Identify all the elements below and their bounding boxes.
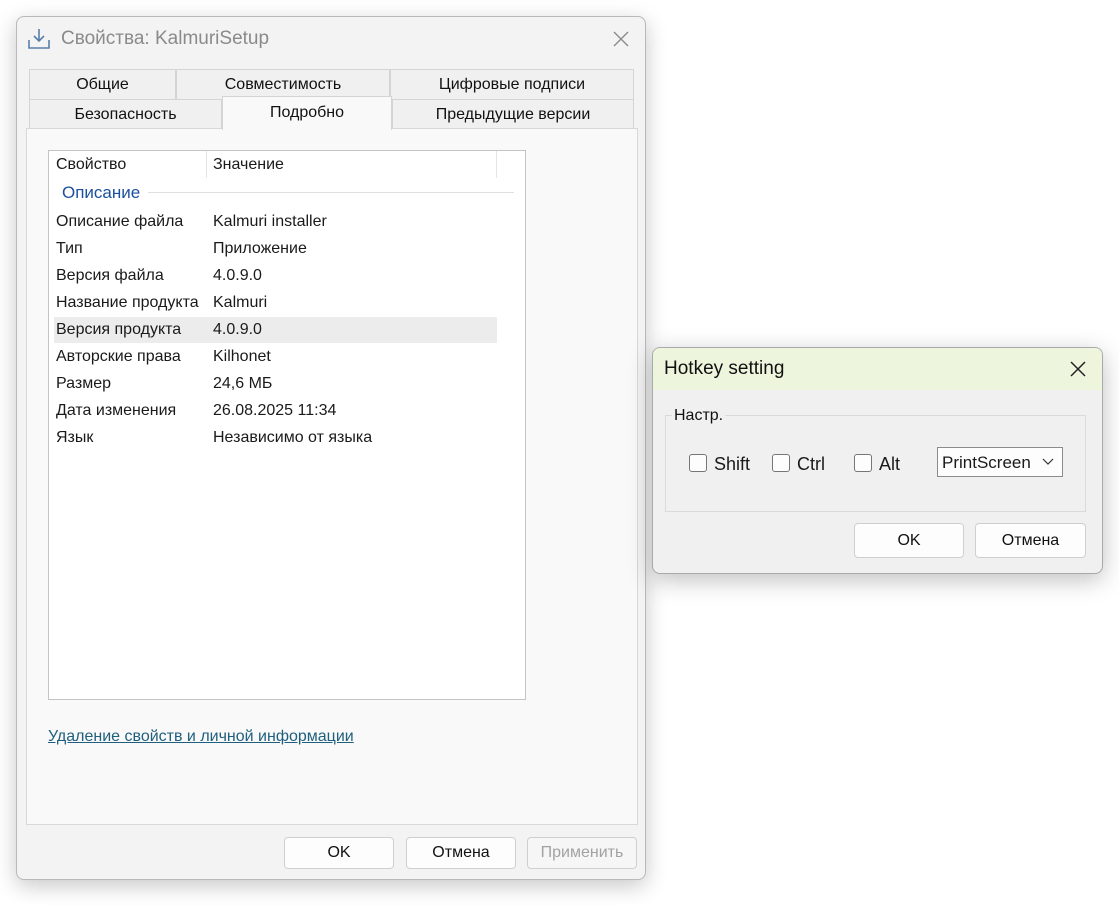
list-item[interactable]: Размер 24,6 МБ bbox=[54, 371, 497, 397]
property-name: Размер bbox=[56, 375, 111, 392]
checkbox-box[interactable] bbox=[772, 454, 790, 472]
list-item[interactable]: Название продукта Kalmuri bbox=[54, 290, 497, 316]
property-value: Kalmuri installer bbox=[213, 213, 327, 230]
key-select-value: PrintScreen bbox=[942, 453, 1031, 472]
list-item[interactable]: Язык Независимо от языка bbox=[54, 425, 497, 451]
property-name: Тип bbox=[56, 240, 83, 257]
title-bar[interactable]: Свойства: KalmuriSetup bbox=[17, 17, 645, 61]
tab-general[interactable]: Общие bbox=[29, 69, 176, 99]
list-item[interactable]: Версия файла 4.0.9.0 bbox=[54, 263, 497, 289]
tab-security[interactable]: Безопасность bbox=[29, 99, 222, 129]
tab-compatibility[interactable]: Совместимость bbox=[176, 69, 390, 99]
property-value: Приложение bbox=[213, 240, 307, 257]
list-item[interactable]: Тип Приложение bbox=[54, 236, 497, 262]
checkbox-label: Alt bbox=[879, 454, 901, 474]
property-name: Язык bbox=[56, 429, 94, 446]
column-header-property[interactable]: Свойство bbox=[49, 151, 207, 178]
ok-button[interactable]: OK bbox=[284, 837, 394, 869]
remove-properties-link[interactable]: Удаление свойств и личной информации bbox=[48, 728, 354, 746]
property-name: Дата изменения bbox=[56, 402, 177, 419]
checkbox-box[interactable] bbox=[689, 454, 707, 472]
group-label-description: Описание bbox=[62, 183, 141, 202]
close-icon[interactable] bbox=[1068, 359, 1088, 379]
tab-digital-signatures[interactable]: Цифровые подписи bbox=[390, 69, 634, 99]
list-item-selected[interactable]: Версия продукта 4.0.9.0 bbox=[54, 317, 497, 343]
property-value: 4.0.9.0 bbox=[213, 321, 262, 338]
property-value: 4.0.9.0 bbox=[213, 267, 262, 284]
checkbox-label: Ctrl bbox=[797, 454, 825, 474]
property-value: Kalmuri bbox=[213, 294, 268, 311]
checkbox-label: Shift bbox=[714, 454, 751, 474]
property-name: Версия файла bbox=[56, 267, 164, 284]
property-value: 26.08.2025 11:34 bbox=[213, 402, 337, 419]
tab-previous-versions[interactable]: Предыдущие версии bbox=[392, 99, 634, 129]
tab-details[interactable]: Подробно bbox=[222, 96, 392, 130]
property-value: Независимо от языка bbox=[213, 429, 373, 446]
chevron-down-icon bbox=[1042, 458, 1054, 465]
groupbox-label: Настр. bbox=[672, 407, 726, 425]
column-header-value[interactable]: Значение bbox=[207, 151, 497, 178]
ok-button[interactable]: OK bbox=[854, 523, 964, 558]
list-item[interactable]: Описание файла Kalmuri installer bbox=[54, 209, 497, 235]
property-name: Описание файла bbox=[56, 213, 184, 230]
dialog-title: Hotkey setting bbox=[664, 358, 785, 379]
property-value: 24,6 МБ bbox=[213, 375, 273, 392]
close-icon[interactable] bbox=[611, 29, 631, 49]
list-header: Свойство Значение bbox=[49, 151, 525, 178]
details-panel: Свойство Значение Описание Описание файл… bbox=[26, 128, 638, 825]
cancel-button[interactable]: Отмена bbox=[406, 837, 516, 869]
hotkey-dialog: Hotkey setting Настр. Shift Ctrl Alt Pri… bbox=[652, 347, 1103, 574]
cancel-button[interactable]: Отмена bbox=[975, 523, 1086, 558]
window-title: Свойства: KalmuriSetup bbox=[61, 28, 270, 49]
list-item[interactable]: Авторские права Kilhonet bbox=[54, 344, 497, 370]
title-bar[interactable]: Hotkey setting bbox=[653, 348, 1102, 390]
list-item[interactable]: Дата изменения 26.08.2025 11:34 bbox=[54, 398, 497, 424]
property-value: Kilhonet bbox=[213, 348, 271, 365]
apply-button[interactable]: Применить bbox=[527, 837, 637, 869]
property-name: Авторские права bbox=[56, 348, 181, 365]
checkbox-box[interactable] bbox=[854, 454, 872, 472]
download-tray-icon bbox=[28, 29, 50, 49]
property-name: Название продукта bbox=[56, 294, 199, 311]
key-select[interactable]: PrintScreen bbox=[937, 447, 1063, 477]
group-divider bbox=[148, 192, 514, 193]
details-list[interactable]: Свойство Значение Описание Описание файл… bbox=[48, 150, 526, 700]
properties-window: Свойства: KalmuriSetup Общие Совместимос… bbox=[16, 16, 646, 880]
property-name: Версия продукта bbox=[56, 321, 182, 338]
